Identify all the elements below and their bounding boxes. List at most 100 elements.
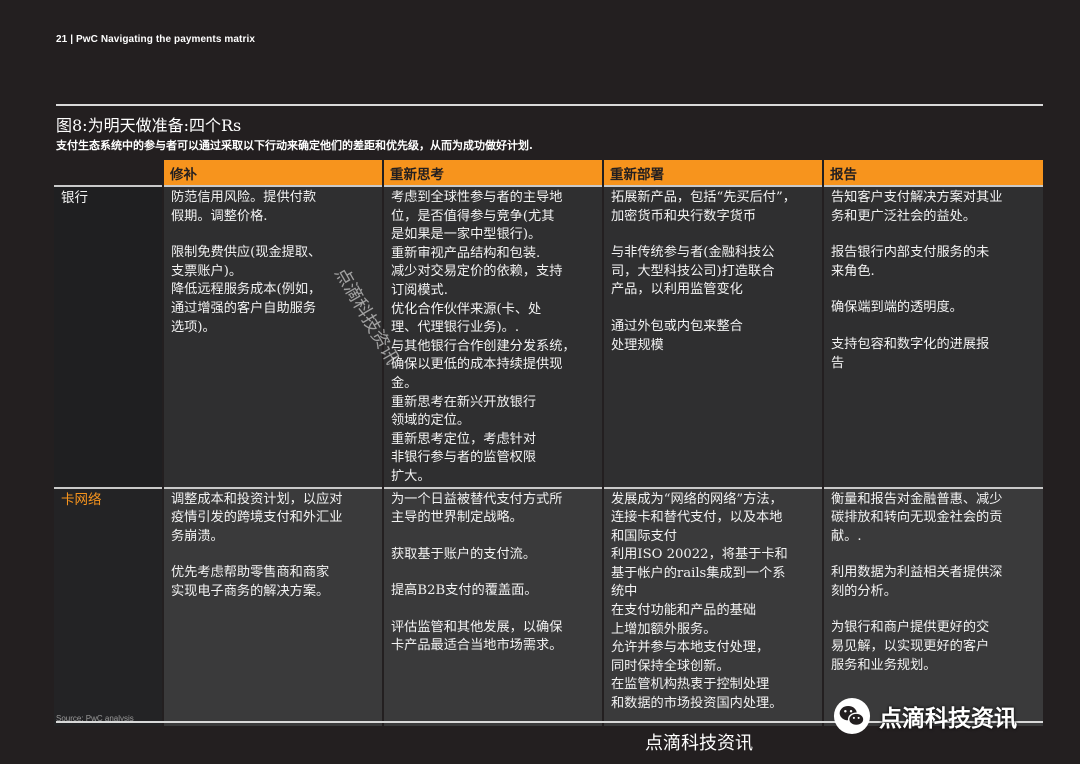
text-line: 与非传统参与者(金融科技公 [611, 245, 775, 261]
text-line: 假期。调整价格. [171, 208, 268, 224]
text-line: 通过外包或内包来整合 [611, 318, 743, 334]
text-line: 考虑到全球性参与者的主导地 [391, 190, 563, 205]
cell-paragraph: 防范信用风险。提供付款 假期。调整价格. [171, 189, 377, 226]
cell-paragraph: 评估监管和其他发展，以确保 卡产品最适合当地市场需求。 [391, 619, 597, 656]
text-line: 为一个日益被替代支付方式所 [391, 491, 563, 507]
cell-report: 衡量和报告对金融普惠、减少 碳排放和转向无现金社会的贡 献。. 利用数据为利益相关者提… [822, 486, 1043, 726]
text-line: 务崩溃。 [171, 528, 224, 544]
text-line: 限制免费供应(现金提取、 [171, 245, 322, 261]
cell-paragraph: 支持包容和数字化的进展报告 [831, 336, 1038, 373]
four-rs-table: 修补 重新思考 重新部署 报告 银行 防范信用风险。提供付款 假期。调整价格. 限制免… [54, 160, 1043, 726]
text-line: 非银行参与者的监管权限 [391, 450, 537, 466]
cell-paragraph: 确保端到端的透明度。 [831, 299, 1038, 318]
text-line: 发展成为“网络的网络”方法， [611, 491, 783, 507]
footer-brand: 点滴科技资讯 [645, 733, 753, 754]
wechat-label: 点滴科技资讯 [879, 706, 1017, 732]
cell-paragraph: 衡量和报告对金融普惠、减少 碳排放和转向无现金社会的贡 献。. [831, 491, 1038, 547]
text-line: 告 [831, 355, 845, 371]
cell-paragraph: 发展成为“网络的网络”方法， 连接卡和替代支付，以及本地 和国际支付利用ISO 20… [611, 491, 817, 714]
cell-rethink: 考虑到全球性参与者的主导地 位，是否值得参与竞争(尤其 是如果是一家中型银行)。 重新… [382, 185, 603, 488]
text-line: 产品，以利用监管变化 [611, 282, 743, 298]
text-line: 务和更广泛社会的益处。 [831, 208, 977, 224]
figure-title: 图8:为明天做准备:四个Rs [56, 116, 242, 135]
text-line: 统中 [611, 584, 638, 600]
text-line: 确保端到端的透明度。 [831, 300, 963, 316]
text-line: 提高B2B支付的覆盖面。 [391, 583, 538, 599]
cell-paragraph: 利用数据为利益相关者提供深 刻的分析。 [831, 564, 1038, 601]
row-label: 卡网络 [54, 486, 163, 726]
text-line: 基于帐户的rails集成到一个系 [611, 565, 786, 581]
cell-repair: 调整成本和投资计划，以应对 疫情引发的跨境支付和外汇业 务崩溃。优先考虑帮助零售商和… [162, 486, 383, 726]
text-line: 允许并参与本地支付处理， [611, 640, 770, 656]
text-line: 易见解，以实现更好的客户 [831, 639, 990, 655]
cell-paragraph: 限制免费供应(现金提取、 支票账户)。降低远程服务成本(例如， 通过增强的客户自助服… [171, 244, 377, 337]
cell-paragraph: 告知客户支付解决方案对其业 务和更广泛社会的益处。 [831, 189, 1038, 226]
text-line: 与其他银行合作创建分发系统， [391, 338, 576, 354]
text-line: 在监管机构热衷于控制处理 [611, 677, 770, 693]
cell-paragraph: 提高B2B支付的覆盖面。 [391, 582, 597, 601]
text-line: 优先考虑帮助零售商和商家 [171, 565, 330, 581]
text-line: 加密货币和央行数字货币 [611, 208, 757, 224]
text-line: 优化合作伙伴来源(卡、处 [391, 301, 542, 317]
cell-paragraph: 获取基于账户的支付流。 [391, 546, 597, 565]
text-line: 利用数据为利益相关者提供深 [831, 565, 1003, 581]
cell-paragraph: 为银行和商户提供更好的交 易见解，以实现更好的客户 服务和业务规划。 [831, 619, 1038, 675]
cell-paragraph: 拓展新产品，包括“先买后付”， 加密货币和央行数字货币 [611, 189, 817, 226]
text-line: 扩大。 [391, 468, 431, 484]
text-line: 防范信用风险。提供付款 [171, 190, 317, 205]
text-line: 献。. [831, 528, 862, 544]
text-line: 通过增强的客户自助服务 [171, 300, 317, 316]
text-line: 和国际支付 [611, 528, 677, 544]
text-line: 金。 [391, 375, 418, 391]
text-line: 卡产品最适合当地市场需求。 [391, 638, 563, 654]
cell-paragraph: 考虑到全球性参与者的主导地 位，是否值得参与竞争(尤其 是如果是一家中型银行)。 重新… [391, 189, 597, 487]
text-line: 领域的定位。 [391, 413, 471, 429]
text-line: 利用ISO 20022，将基于卡和 [611, 547, 788, 563]
text-line: 服务和业务规划。 [831, 657, 937, 673]
text-line: 处理规模 [611, 337, 664, 353]
text-line: 上增加额外服务。 [611, 621, 717, 637]
cell-paragraph: 报告银行内部支付服务的未 来角色. [831, 244, 1038, 281]
cell-paragraph: 优先考虑帮助零售商和商家 实现电子商务的解决方案。 [171, 564, 377, 601]
column-header-rethink: 重新思考 [382, 160, 603, 186]
text-line: 刻的分析。 [831, 583, 897, 599]
figure-subtitle: 支付生态系统中的参与者可以通过采取以下行动来确定他们的差距和优先级，从而为成功做… [56, 139, 533, 152]
text-line: 位，是否值得参与竞争(尤其 [391, 208, 555, 224]
column-header-repair: 修补 [162, 160, 383, 186]
cell-paragraph: 通过外包或内包来整合 处理规模 [611, 318, 817, 355]
text-line: 衡量和报告对金融普惠、减少 [831, 491, 1003, 507]
text-line: 和数据的市场投资国内处理。 [611, 696, 783, 712]
cell-paragraph: 为一个日益被替代支付方式所 主导的世界制定战略。 [391, 491, 597, 528]
text-line: 同时保持全球创新。 [611, 658, 730, 674]
text-line: 重新审视产品结构和包装. [391, 245, 541, 261]
column-header-redeploy: 重新部署 [602, 160, 823, 186]
text-line: 司，大型科技公司)打造联合 [611, 263, 775, 279]
cell-redeploy: 拓展新产品，包括“先买后付”， 加密货币和央行数字货币与非传统参与者(金融科技公司… [602, 185, 823, 488]
text-line: 连接卡和替代支付，以及本地 [611, 510, 783, 526]
text-line: 调整成本和投资计划，以应对 [171, 491, 343, 507]
wechat-watermark: 点滴科技资讯 [833, 694, 1017, 738]
text-line: 在支付功能和产品的基础 [611, 603, 757, 619]
table-row: 银行 防范信用风险。提供付款 假期。调整价格. 限制免费供应(现金提取、 支票账户)。降… [54, 185, 1043, 488]
cell-repair: 防范信用风险。提供付款 假期。调整价格. 限制免费供应(现金提取、 支票账户)。降低远… [162, 185, 383, 488]
text-line: 支持包容和数字化的进展报 [831, 336, 990, 352]
text-line: 报告银行内部支付服务的未 [831, 245, 990, 261]
text-line: 实现电子商务的解决方案。 [171, 583, 330, 599]
text-line: 是如果是一家中型银行)。 [391, 227, 542, 243]
text-line: 来角色. [831, 263, 875, 279]
header-rule [56, 104, 1043, 106]
text-line: 疫情引发的跨境支付和外汇业 [171, 510, 343, 526]
text-line: 支票账户)。 [171, 263, 243, 279]
text-line: 减少对交易定价的依赖，支持 [391, 264, 563, 280]
text-line: 告知客户支付解决方案对其业 [831, 190, 1003, 205]
text-line: 评估监管和其他发展，以确保 [391, 619, 563, 635]
text-line: 主导的世界制定战略。 [391, 510, 523, 526]
cell-paragraph: 调整成本和投资计划，以应对 疫情引发的跨境支付和外汇业 务崩溃。 [171, 491, 377, 547]
table-row: 卡网络 调整成本和投资计划，以应对 疫情引发的跨境支付和外汇业 务崩溃。优先考虑帮助零… [54, 486, 1043, 726]
cell-report: 告知客户支付解决方案对其业 务和更广泛社会的益处。 报告银行内部支付服务的未 来角色.… [822, 185, 1043, 488]
text-line: 降低远程服务成本(例如， [171, 282, 322, 298]
text-line: 拓展新产品，包括“先买后付”， [611, 190, 796, 205]
text-line: 订阅模式. [391, 282, 448, 298]
text-line: 重新思考定位，考虑针对 [391, 431, 537, 447]
table-header-row: 修补 重新思考 重新部署 报告 [54, 160, 1043, 186]
